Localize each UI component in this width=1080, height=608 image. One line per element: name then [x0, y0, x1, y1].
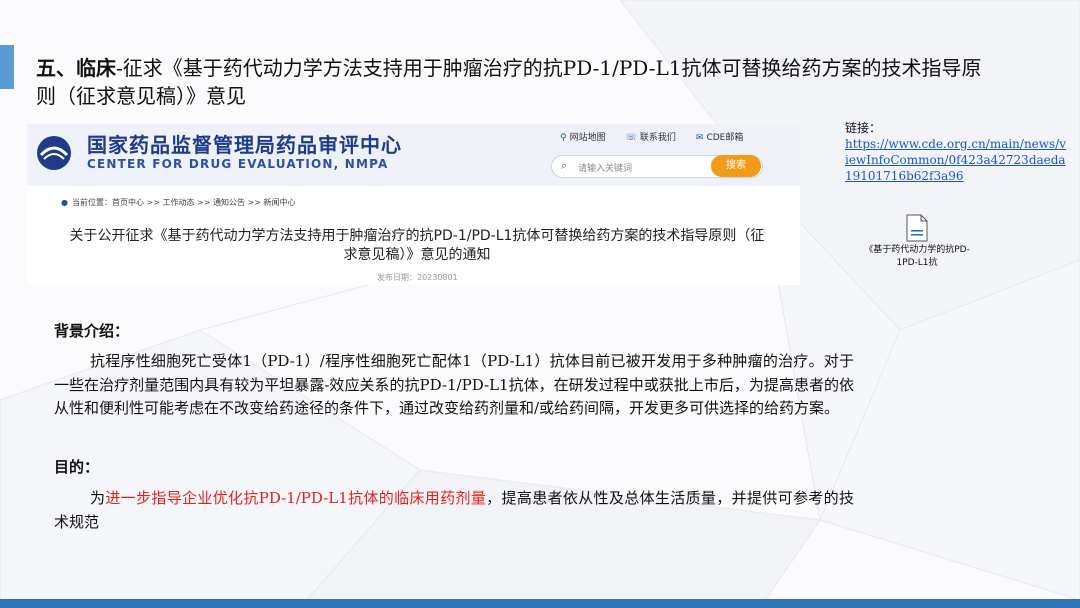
publish-date: 发布日期：20230801	[377, 273, 458, 282]
purpose-highlight: 进一步指导企业优化抗PD-1/PD-L1抗体的临床用药剂量	[105, 489, 487, 507]
accent-bar	[0, 45, 14, 89]
source-link[interactable]: https://www.cde.org.cn/main/news/viewInf…	[845, 136, 1067, 184]
email-link[interactable]: ✉ CDE邮箱	[696, 130, 743, 143]
notice-title: 关于公开征求《基于药代动力学方法支持用于肿瘤治疗的抗PD-1/PD-L1抗体可替…	[69, 228, 765, 263]
slide-title: 五、临床-征求《基于药代动力学方法支持用于肿瘤治疗的抗PD-1/PD-L1抗体可…	[36, 54, 996, 110]
cde-logo-icon	[37, 136, 71, 170]
contact-link[interactable]: ☏ 联系我们	[626, 130, 676, 143]
title-bold: 五、临床	[36, 56, 116, 80]
search-placeholder: 请输入关键词	[578, 164, 633, 174]
phone-icon: ☏	[625, 133, 637, 143]
org-name-en: CENTER FOR DRUG EVALUATION, NMPA	[87, 157, 389, 171]
mail-icon: ✉	[695, 133, 704, 143]
link-label: 链接：	[845, 121, 882, 135]
purpose-heading: 目的：	[54, 458, 100, 476]
breadcrumb: ● 当前位置：首页中心 >> 工作动态 >> 通知公告 >> 新闻中心	[61, 198, 296, 207]
attachment-name[interactable]: 《基于药代动力学的抗PD-1PD-L1抗	[862, 244, 972, 270]
sitemap-link[interactable]: ⚲ 网站地图	[560, 130, 606, 143]
purpose-paragraph: 为进一步指导企业优化抗PD-1/PD-L1抗体的临床用药剂量，提高患者依从性及总…	[54, 489, 854, 531]
background-heading: 背景介绍：	[54, 322, 130, 340]
location-icon: ●	[61, 198, 68, 207]
map-pin-icon: ⚲	[560, 133, 567, 143]
background-paragraph: 抗程序性细胞死亡受体1（PD-1）/程序性细胞死亡配体1（PD-L1）抗体目前已…	[54, 352, 854, 417]
org-name-cn: 国家药品监督管理局药品审评中心	[87, 133, 402, 157]
document-file-icon[interactable]	[906, 214, 928, 242]
search-button[interactable]: 搜索	[711, 155, 761, 177]
title-rest: -征求《基于药代动力学方法支持用于肿瘤治疗的抗PD-1/PD-L1抗体可替换给药…	[36, 56, 982, 108]
search-icon: ⌕	[561, 159, 568, 172]
bottom-bar	[0, 599, 1080, 608]
top-links: ⚲ 网站地图 ☏ 联系我们 ✉ CDE邮箱	[560, 130, 743, 143]
website-screenshot: 国家药品监督管理局药品审评中心 CENTER FOR DRUG EVALUATI…	[27, 124, 800, 285]
